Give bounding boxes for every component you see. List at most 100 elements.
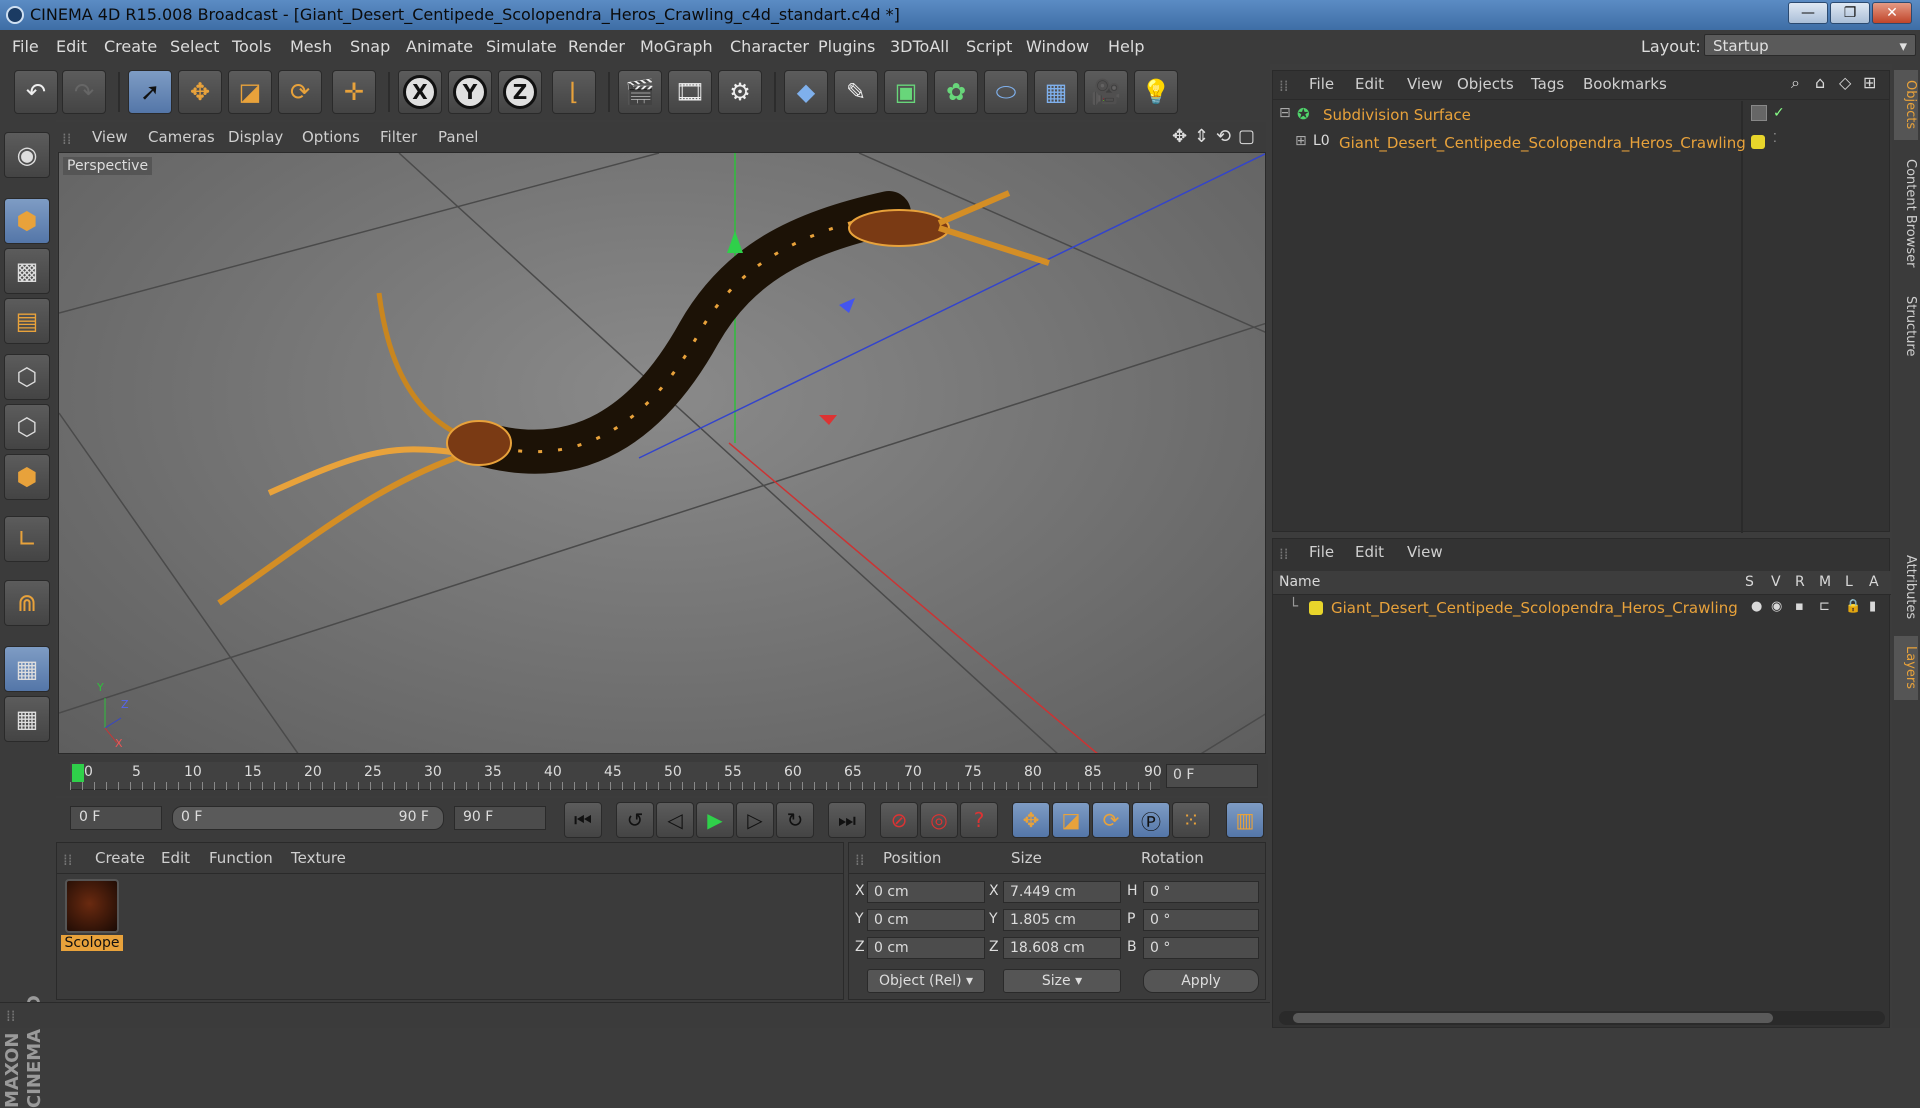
animation-column-header[interactable]: A [1869, 574, 1879, 590]
object-name[interactable]: Subdivision Surface [1323, 106, 1471, 124]
object-menu-objects[interactable]: Objects [1457, 75, 1514, 93]
object-row-subdivision[interactable]: ⊟ ✪ Subdivision Surface ✓ [1273, 103, 1891, 129]
enabled-check-icon[interactable]: ✓ [1773, 105, 1785, 121]
scale-tool-button[interactable]: ◪ [228, 70, 272, 114]
viewport-menu-options[interactable]: Options [302, 128, 360, 146]
material-menu-edit[interactable]: Edit [161, 849, 190, 867]
menu-window[interactable]: Window [1026, 37, 1089, 56]
expand-icon[interactable]: ⊞ [1295, 133, 1307, 149]
start-frame-field[interactable]: 0 F [70, 806, 162, 830]
rot-h-field[interactable]: 0 ° [1143, 881, 1259, 903]
render-view-button[interactable]: 🎬 [618, 70, 662, 114]
layer-menu-view[interactable]: View [1407, 543, 1443, 561]
solo-column-header[interactable]: S [1745, 574, 1754, 590]
playhead[interactable] [72, 764, 84, 782]
tab-content-browser[interactable]: Content Browser [1894, 146, 1918, 280]
previous-key-button[interactable]: ↺ [616, 802, 654, 838]
key-pla-button[interactable]: ⁙ [1172, 802, 1210, 838]
coordinate-system-button[interactable]: ⌊ [552, 70, 596, 114]
cube-button[interactable]: ◆ [784, 70, 828, 114]
minimize-button[interactable]: — [1788, 2, 1828, 24]
go-to-start-button[interactable]: ⏮ [564, 802, 602, 838]
menu-tools[interactable]: Tools [232, 37, 271, 56]
object-row-centipede[interactable]: ⊞ L0 Giant_Desert_Centipede_Scolopendra_… [1273, 131, 1891, 157]
render-picture-viewer-button[interactable]: 🎞 [668, 70, 712, 114]
object-tag-icon[interactable] [1751, 105, 1767, 121]
key-position-button[interactable]: ✥ [1012, 802, 1050, 838]
new-window-icon[interactable]: ⊞ [1863, 73, 1876, 92]
object-menu-view[interactable]: View [1407, 75, 1443, 93]
x-axis-button[interactable]: X [398, 70, 442, 114]
material-menu-texture[interactable]: Texture [291, 849, 346, 867]
menu-file[interactable]: File [12, 37, 39, 56]
object-menu-edit[interactable]: Edit [1355, 75, 1384, 93]
snap-button[interactable]: ⋒ [4, 580, 50, 626]
menu-plugins[interactable]: Plugins [818, 37, 875, 56]
tab-layers[interactable]: Layers [1894, 636, 1918, 700]
view-column-header[interactable]: V [1771, 574, 1781, 590]
viewport-menu-panel[interactable]: Panel [438, 128, 478, 146]
animation-film-icon[interactable]: ▮ [1869, 599, 1876, 614]
search-icon[interactable]: ⌕ [1791, 73, 1800, 93]
locked-column-header[interactable]: L [1845, 574, 1853, 590]
material-thumbnail[interactable] [65, 879, 119, 933]
viewport-rotate-icon[interactable]: ⟲ [1216, 126, 1231, 147]
object-menu-bookmarks[interactable]: Bookmarks [1583, 75, 1667, 93]
object-name[interactable]: Giant_Desert_Centipede_Scolopendra_Heros… [1339, 134, 1746, 152]
pos-y-field[interactable]: 0 cm [867, 909, 985, 931]
viewport-menu-cameras[interactable]: Cameras [148, 128, 215, 146]
workplane-align-button[interactable]: ▦ [4, 696, 50, 742]
z-axis-button[interactable]: Z [498, 70, 542, 114]
spline-pen-button[interactable]: ✎ [834, 70, 878, 114]
horizontal-scrollbar[interactable] [1279, 1011, 1885, 1025]
menu-animate[interactable]: Animate [406, 37, 473, 56]
light-button[interactable]: 💡 [1134, 70, 1178, 114]
object-menu-tags[interactable]: Tags [1531, 75, 1564, 93]
menu-snap[interactable]: Snap [350, 37, 390, 56]
menu-mograph[interactable]: MoGraph [640, 37, 713, 56]
model-mode-button[interactable]: ⬢ [4, 198, 50, 244]
timeline-ruler[interactable]: 0 5 10 15 20 25 30 35 40 45 50 55 60 65 … [70, 762, 1162, 790]
previous-frame-button[interactable]: ◁ [656, 802, 694, 838]
material-menu-create[interactable]: Create [95, 849, 145, 867]
visibility-dots-icon[interactable]: ⁚ [1773, 131, 1777, 145]
deformer-button[interactable]: ⬭ [984, 70, 1028, 114]
size-x-field[interactable]: 7.449 cm [1003, 881, 1121, 903]
object-menu-file[interactable]: File [1309, 75, 1334, 93]
recent-tool-button[interactable]: ✛ [332, 70, 376, 114]
viewport-menu-display[interactable]: Display [228, 128, 283, 146]
workplane-mode-button[interactable]: ▤ [4, 298, 50, 344]
close-button[interactable]: ✕ [1872, 2, 1912, 24]
next-key-button[interactable]: ↻ [776, 802, 814, 838]
keyframe-selection-button[interactable]: ? [960, 802, 998, 838]
go-to-end-button[interactable]: ⏭ [828, 802, 866, 838]
menu-script[interactable]: Script [966, 37, 1012, 56]
layer-row[interactable]: └ Giant_Desert_Centipede_Scolopendra_Her… [1273, 597, 1891, 623]
undo-button[interactable]: ↶ [14, 70, 58, 114]
tab-structure[interactable]: Structure [1894, 286, 1918, 366]
apply-button[interactable]: Apply [1143, 969, 1259, 993]
record-button[interactable]: ⊘ [880, 802, 918, 838]
pos-x-field[interactable]: 0 cm [867, 881, 985, 903]
material-menu-function[interactable]: Function [209, 849, 273, 867]
solo-dot-icon[interactable]: ● [1751, 599, 1762, 614]
home-icon[interactable]: ⌂ [1815, 73, 1825, 92]
autokey-button[interactable]: ◎ [920, 802, 958, 838]
rotate-tool-button[interactable]: ⟳ [278, 70, 322, 114]
points-mode-button[interactable]: ⬡ [4, 354, 50, 400]
maximize-button[interactable]: ❐ [1830, 2, 1870, 24]
render-column-header[interactable]: R [1795, 574, 1805, 590]
texture-mode-button[interactable]: ▩ [4, 248, 50, 294]
layer-color-icon[interactable] [1751, 135, 1765, 149]
rot-b-field[interactable]: 0 ° [1143, 937, 1259, 959]
pos-z-field[interactable]: 0 cm [867, 937, 985, 959]
viewport-maximize-icon[interactable]: ▢ [1238, 126, 1255, 147]
z-gizmo-handle[interactable] [839, 298, 855, 313]
key-scale-button[interactable]: ◪ [1052, 802, 1090, 838]
collapse-icon[interactable]: ⊟ [1279, 105, 1291, 121]
move-tool-button[interactable]: ✥ [178, 70, 222, 114]
layer-menu-file[interactable]: File [1309, 543, 1334, 561]
subdivision-surface-button[interactable]: ▣ [884, 70, 928, 114]
tab-objects[interactable]: Objects [1894, 70, 1918, 140]
camera-button[interactable]: 🎥 [1084, 70, 1128, 114]
